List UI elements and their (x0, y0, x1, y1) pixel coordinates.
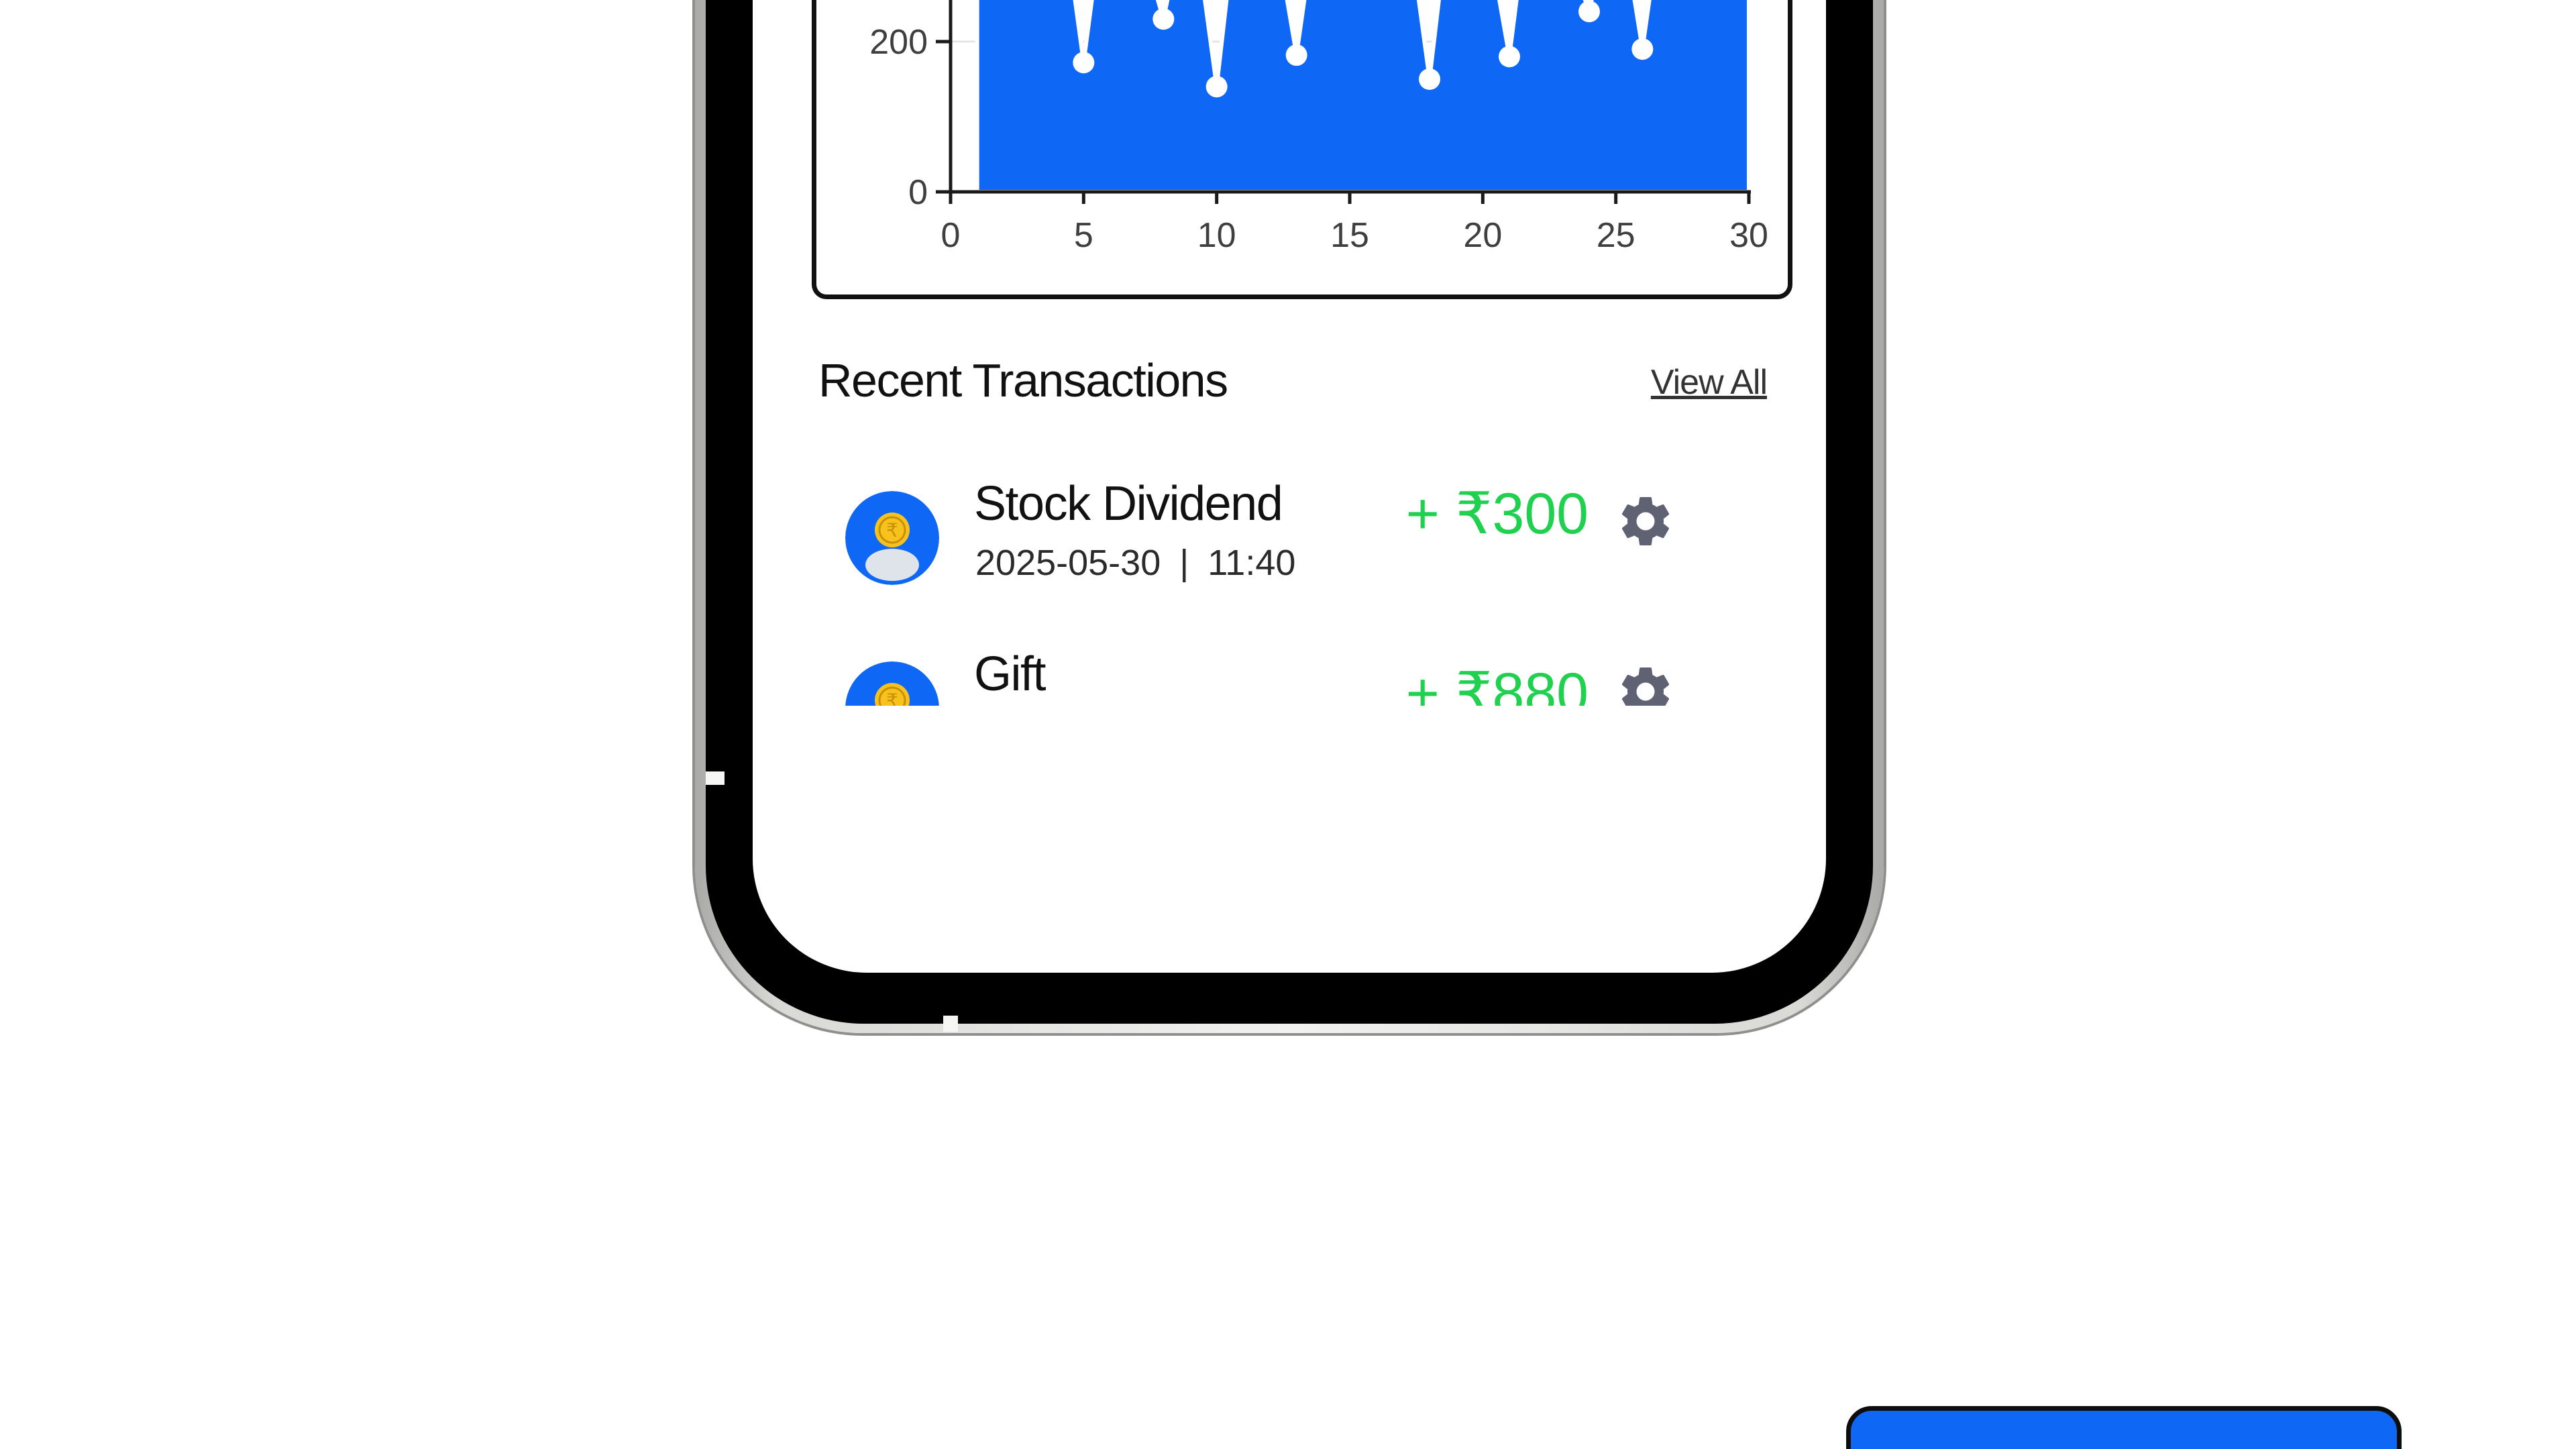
x-tick-label: 30 (1729, 216, 1768, 255)
transaction-name: Gift (974, 647, 1046, 701)
recent-transactions-title: Recent Transactions (818, 354, 1228, 407)
x-tick-label: 0 (941, 216, 961, 255)
phone-screen[interactable]: 0 5 10 15 20 25 30 0 200 Recent Transactions Vie… (753, 0, 1826, 973)
transaction-datetime: 2025-05-30 | 11:40 (975, 539, 1295, 586)
gear-icon[interactable] (1615, 491, 1676, 551)
data-point (1073, 52, 1095, 74)
chart-card: 0 5 10 15 20 25 30 0 200 (812, 0, 1792, 299)
x-tick-label: 20 (1463, 216, 1502, 255)
transaction-amount: + ₹880 (1405, 661, 1589, 706)
phone-bezel: 0 5 10 15 20 25 30 0 200 Recent Transactions Vie… (706, 0, 1873, 1024)
transaction-time: 11:40 (1208, 543, 1296, 583)
transaction-list: ₹ Stock Dividend 2025-05-30 | 11:40 + ₹300 (818, 463, 1798, 706)
frame-antenna-line (943, 1016, 958, 1032)
x-tick-label: 10 (1197, 216, 1236, 255)
user-coin-icon: ₹ (845, 491, 939, 585)
area-chart: 0 5 10 15 20 25 30 0 200 (869, 0, 1768, 255)
data-point (1499, 46, 1520, 68)
recent-transactions-header: Recent Transactions View All (818, 343, 1784, 417)
primary-action-button[interactable] (1846, 1406, 2402, 1449)
stage: 0 5 10 15 20 25 30 0 200 Recent Transactions Vie… (0, 0, 2576, 1449)
gear-icon[interactable] (1615, 661, 1676, 706)
data-point (1205, 76, 1228, 98)
transaction-name: Stock Dividend (974, 477, 1283, 531)
data-point (1419, 68, 1440, 90)
chart-series (975, 0, 1749, 194)
frame-antenna-line (706, 771, 724, 785)
svg-text:₹: ₹ (886, 690, 898, 706)
phone-frame: 0 5 10 15 20 25 30 0 200 Recent Transactions Vie… (695, 0, 1884, 1033)
x-tick-label: 25 (1597, 216, 1635, 255)
transaction-row-stock-dividend[interactable]: ₹ Stock Dividend 2025-05-30 | 11:40 + ₹300 (818, 463, 1798, 617)
area-fill (975, 0, 1749, 194)
y-tick-label: 200 (869, 23, 928, 62)
data-point (1578, 1, 1600, 23)
x-tick-label: 5 (1074, 216, 1093, 255)
svg-text:₹: ₹ (886, 519, 898, 541)
transaction-date: 2025-05-30 (975, 543, 1161, 583)
y-tick-label: 0 (908, 173, 928, 212)
data-point (1152, 8, 1175, 30)
view-all-link[interactable]: View All (1651, 356, 1768, 409)
transaction-amount: + ₹300 (1405, 482, 1589, 546)
data-point (1631, 38, 1654, 60)
user-coin-icon: ₹ (845, 661, 939, 706)
datetime-separator: | (1179, 543, 1189, 583)
data-point (1285, 44, 1307, 66)
x-tick-label: 15 (1330, 216, 1369, 255)
transaction-row-gift[interactable]: ₹ Gift + ₹880 (818, 633, 1798, 706)
